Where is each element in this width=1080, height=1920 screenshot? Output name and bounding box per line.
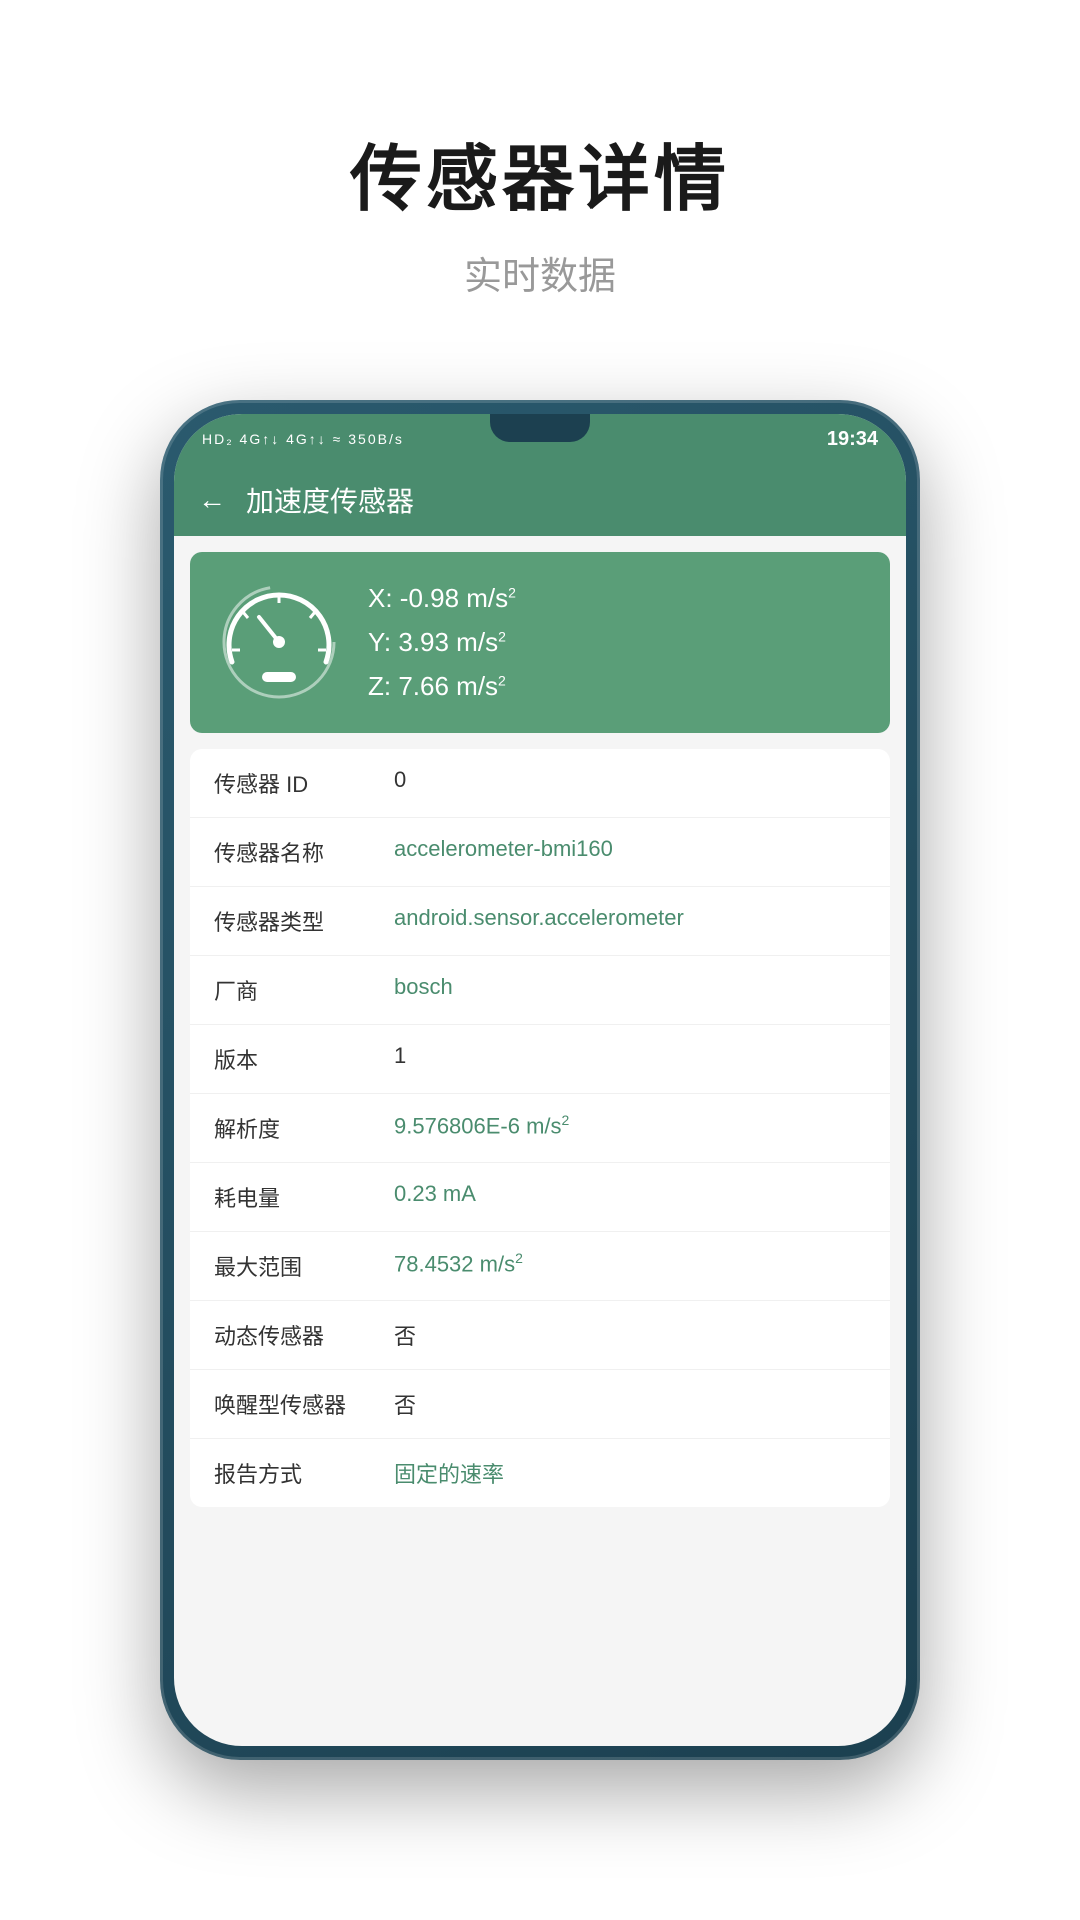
detail-row: 厂商bosch <box>190 956 890 1025</box>
status-icons: HD₂ 4G↑↓ 4G↑↓ ≈ 350B/s <box>202 431 404 447</box>
detail-row: 版本1 <box>190 1025 890 1094</box>
phone-mockup: HD₂ 4G↑↓ 4G↑↓ ≈ 350B/s 19:34 ← 加速度传感器 <box>160 400 920 1760</box>
status-left: HD₂ 4G↑↓ 4G↑↓ ≈ 350B/s <box>202 431 404 447</box>
phone-notch <box>490 414 590 442</box>
detail-label: 唤醒型传感器 <box>214 1388 394 1420</box>
detail-label: 动态传感器 <box>214 1319 394 1351</box>
sensor-card: X: -0.98 m/s2 Y: 3.93 m/s2 Z: 7.66 m/s2 <box>190 552 890 733</box>
details-card: 传感器 ID0传感器名称accelerometer-bmi160传感器类型and… <box>190 749 890 1507</box>
detail-label: 版本 <box>214 1043 394 1075</box>
gauge-icon <box>214 577 344 707</box>
detail-label: 厂商 <box>214 974 394 1006</box>
page-header: 传感器详情 实时数据 <box>350 120 730 300</box>
detail-row: 传感器类型android.sensor.accelerometer <box>190 887 890 956</box>
detail-label: 报告方式 <box>214 1457 394 1489</box>
detail-value: 1 <box>394 1043 866 1069</box>
detail-value: bosch <box>394 974 866 1000</box>
detail-label: 传感器名称 <box>214 836 394 868</box>
back-button[interactable]: ← <box>198 484 226 516</box>
sensor-x: X: -0.98 m/s2 <box>368 576 516 620</box>
phone-content: X: -0.98 m/s2 Y: 3.93 m/s2 Z: 7.66 m/s2 … <box>174 536 906 1746</box>
detail-label: 耗电量 <box>214 1181 394 1213</box>
detail-row: 唤醒型传感器否 <box>190 1370 890 1439</box>
detail-label: 传感器 ID <box>214 767 394 799</box>
app-bar: ← 加速度传感器 <box>174 464 906 536</box>
detail-value: 否 <box>394 1319 866 1351</box>
detail-row: 传感器名称accelerometer-bmi160 <box>190 818 890 887</box>
detail-value: 否 <box>394 1388 866 1420</box>
page-subtitle: 实时数据 <box>350 245 730 300</box>
phone-screen: HD₂ 4G↑↓ 4G↑↓ ≈ 350B/s 19:34 ← 加速度传感器 <box>174 414 906 1746</box>
detail-value: android.sensor.accelerometer <box>394 905 866 931</box>
detail-row: 耗电量0.23 mA <box>190 1163 890 1232</box>
app-bar-title: 加速度传感器 <box>246 480 414 520</box>
detail-row: 最大范围78.4532 m/s2 <box>190 1232 890 1301</box>
detail-row: 传感器 ID0 <box>190 749 890 818</box>
detail-label: 解析度 <box>214 1112 394 1144</box>
detail-value: 0 <box>394 767 866 793</box>
status-right: 19:34 <box>827 428 878 451</box>
phone-frame: HD₂ 4G↑↓ 4G↑↓ ≈ 350B/s 19:34 ← 加速度传感器 <box>160 400 920 1760</box>
detail-label: 最大范围 <box>214 1250 394 1282</box>
detail-value: 78.4532 m/s2 <box>394 1250 866 1277</box>
detail-row: 动态传感器否 <box>190 1301 890 1370</box>
page-title: 传感器详情 <box>350 120 730 225</box>
sensor-z: Z: 7.66 m/s2 <box>368 664 516 708</box>
status-time: 19:34 <box>827 428 878 451</box>
detail-value: 固定的速率 <box>394 1457 866 1489</box>
detail-value: accelerometer-bmi160 <box>394 836 866 862</box>
detail-label: 传感器类型 <box>214 905 394 937</box>
detail-value: 9.576806E-6 m/s2 <box>394 1112 866 1139</box>
sensor-values: X: -0.98 m/s2 Y: 3.93 m/s2 Z: 7.66 m/s2 <box>368 576 516 709</box>
detail-row: 解析度9.576806E-6 m/s2 <box>190 1094 890 1163</box>
detail-value: 0.23 mA <box>394 1181 866 1207</box>
sensor-y: Y: 3.93 m/s2 <box>368 620 516 664</box>
detail-row: 报告方式固定的速率 <box>190 1439 890 1507</box>
